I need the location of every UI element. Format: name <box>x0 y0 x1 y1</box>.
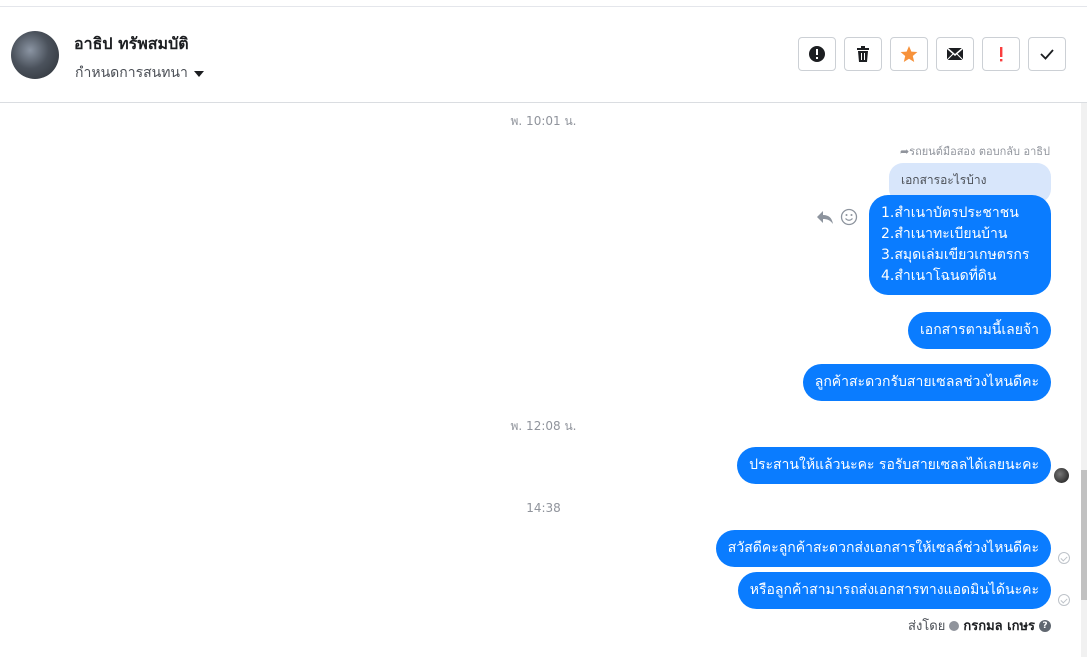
assign-conversation-dropdown[interactable]: กำหนดการสนทนา <box>75 62 204 84</box>
star-button[interactable] <box>890 37 928 71</box>
alert-circle-icon <box>809 46 825 62</box>
spam-button[interactable] <box>798 37 836 71</box>
message-bubble[interactable]: สวัสดีคะลูกค้าสะดวกส่งเอกสารให้เซลล์ช่วง… <box>715 530 1051 567</box>
contact-name[interactable]: อาธิป ทรัพสมบัติ <box>74 32 189 57</box>
message-line: 3.สมุดเล่มเขียวเกษตรกร <box>881 247 1030 263</box>
assign-label: กำหนดการสนทนา <box>75 65 188 81</box>
message-bubble[interactable]: ลูกค้าสะดวกรับสายเซลลช่วงไหนดีคะ <box>802 364 1051 401</box>
chevron-down-icon <box>193 71 204 77</box>
star-icon <box>900 46 918 62</box>
delivered-check-icon <box>1058 594 1070 606</box>
sent-by-name[interactable]: กรกมล เกษร <box>963 615 1035 636</box>
sent-by-info: ส่งโดย กรกมล เกษร ? <box>908 615 1051 636</box>
header-actions <box>798 37 1066 71</box>
message-line: 2.สำเนาทะเบียนบ้าน <box>881 226 1008 242</box>
exclamation-icon <box>1000 47 1003 62</box>
help-icon[interactable]: ? <box>1039 619 1051 632</box>
message-bubble-document-list[interactable]: 1.สำเนาบัตรประชาชน 2.สำเนาทะเบียนบ้าน 3.… <box>869 195 1051 295</box>
delivered-check-icon <box>1058 552 1070 564</box>
delete-button[interactable] <box>844 37 882 71</box>
envelope-icon <box>946 47 964 61</box>
check-icon <box>1040 49 1054 60</box>
message-line: 4.สำเนาโฉนดที่ดิน <box>881 268 997 284</box>
message-bubble[interactable]: เอกสารตามนี้เลยจ้า <box>908 312 1051 349</box>
conversation-header: อาธิป ทรัพสมบัติ กำหนดการสนทนา <box>0 7 1087 103</box>
reply-arrow-icon: ➦ <box>899 145 910 158</box>
follow-up-button[interactable] <box>982 37 1020 71</box>
message-bubble[interactable]: หรือลูกค้าสามารถส่งเอกสารทางแอดมินได้นะค… <box>737 572 1051 609</box>
message-bubble[interactable]: ประสานให้แล้วนะคะ รอรับสายเซลลได้เลยนะคะ <box>737 447 1051 484</box>
gear-icon <box>949 620 960 631</box>
message-line: 1.สำเนาบัตรประชาชน <box>881 205 1019 221</box>
scrollbar-thumb[interactable] <box>1081 470 1087 600</box>
seen-avatar <box>1054 468 1069 483</box>
trash-icon <box>857 46 869 62</box>
timestamp: พ. 10:01 น. <box>510 114 577 128</box>
mark-unread-button[interactable] <box>936 37 974 71</box>
reply-icon[interactable] <box>816 208 834 231</box>
reply-note: ➦รถยนต์มือสอง ตอบกลับ อาธิป <box>900 142 1050 160</box>
emoji-reaction-icon[interactable] <box>840 208 858 231</box>
timestamp: 14:38 <box>526 501 561 515</box>
avatar[interactable] <box>11 31 59 79</box>
top-divider <box>0 0 1087 7</box>
timestamp: พ. 12:08 น. <box>510 419 577 433</box>
done-button[interactable] <box>1028 37 1066 71</box>
reply-note-text: รถยนต์มือสอง ตอบกลับ อาธิป <box>909 145 1050 158</box>
sent-by-label: ส่งโดย <box>908 619 946 634</box>
